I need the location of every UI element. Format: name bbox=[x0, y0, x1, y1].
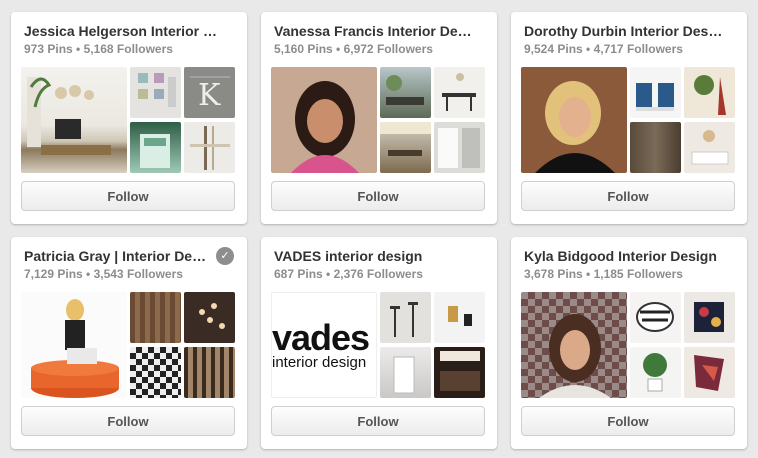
follow-button[interactable]: Follow bbox=[271, 181, 485, 211]
cover-image[interactable] bbox=[21, 67, 127, 173]
follow-button[interactable]: Follow bbox=[521, 406, 735, 436]
board-image[interactable] bbox=[380, 67, 431, 118]
board-thumbnails[interactable] bbox=[521, 67, 735, 173]
svg-text:K: K bbox=[198, 78, 221, 113]
cover-image[interactable] bbox=[521, 292, 627, 398]
board-image[interactable] bbox=[684, 67, 735, 118]
board-stats: 3,678 Pins • 1,185 Followers bbox=[524, 267, 683, 281]
board-image[interactable] bbox=[434, 67, 485, 118]
board-image[interactable] bbox=[630, 67, 681, 118]
board-stats: 5,160 Pins • 6,972 Followers bbox=[274, 42, 433, 56]
board-image[interactable] bbox=[380, 122, 431, 173]
board-image[interactable] bbox=[184, 292, 235, 343]
board-image[interactable] bbox=[184, 122, 235, 173]
board-title[interactable]: Kyla Bidgood Interior Design bbox=[524, 248, 734, 264]
cover-image[interactable] bbox=[21, 292, 127, 398]
board-image[interactable] bbox=[130, 67, 181, 118]
board-title[interactable]: Jessica Helgerson Interior … bbox=[24, 23, 234, 39]
board-image[interactable]: K bbox=[184, 67, 235, 118]
board-card[interactable]: Vanessa Francis Interior De… 5,160 Pins … bbox=[261, 12, 497, 224]
board-card[interactable]: VADES interior design 687 Pins • 2,376 F… bbox=[261, 237, 497, 449]
board-title[interactable]: Vanessa Francis Interior De… bbox=[274, 23, 484, 39]
board-image[interactable] bbox=[684, 122, 735, 173]
brand-logo: vades interior design bbox=[272, 317, 370, 371]
board-title[interactable]: Patricia Gray | Interior De… bbox=[24, 248, 212, 264]
follow-button[interactable]: Follow bbox=[21, 181, 235, 211]
board-image[interactable] bbox=[434, 347, 485, 398]
board-card[interactable]: Patricia Gray | Interior De… ✓ 7,129 Pin… bbox=[11, 237, 247, 449]
follow-button[interactable]: Follow bbox=[21, 406, 235, 436]
board-image[interactable] bbox=[130, 292, 181, 343]
board-thumbnails[interactable] bbox=[521, 292, 735, 398]
board-image[interactable] bbox=[684, 292, 735, 343]
board-image[interactable] bbox=[630, 122, 681, 173]
board-thumbnails[interactable]: K bbox=[21, 67, 235, 173]
board-card[interactable]: Jessica Helgerson Interior … 973 Pins • … bbox=[11, 12, 247, 224]
board-card[interactable]: Dorothy Durbin Interior Des… 9,524 Pins … bbox=[511, 12, 747, 224]
board-image[interactable] bbox=[630, 347, 681, 398]
board-stats: 687 Pins • 2,376 Followers bbox=[274, 267, 423, 281]
board-stats: 9,524 Pins • 4,717 Followers bbox=[524, 42, 683, 56]
board-card[interactable]: Kyla Bidgood Interior Design 3,678 Pins … bbox=[511, 237, 747, 449]
board-image[interactable] bbox=[380, 347, 431, 398]
check-circle-icon: ✓ bbox=[216, 247, 234, 265]
board-image[interactable] bbox=[630, 292, 681, 343]
board-thumbnails[interactable] bbox=[271, 67, 485, 173]
follow-button[interactable]: Follow bbox=[521, 181, 735, 211]
follow-button[interactable]: Follow bbox=[271, 406, 485, 436]
board-stats: 7,129 Pins • 3,543 Followers bbox=[24, 267, 183, 281]
board-image[interactable] bbox=[434, 122, 485, 173]
cover-image[interactable] bbox=[521, 67, 627, 173]
board-image[interactable] bbox=[380, 292, 431, 343]
board-image[interactable] bbox=[130, 347, 181, 398]
cover-image[interactable]: vades interior design bbox=[271, 292, 377, 398]
board-title[interactable]: Dorothy Durbin Interior Des… bbox=[524, 23, 734, 39]
board-thumbnails[interactable]: vades interior design bbox=[271, 292, 485, 398]
board-image[interactable] bbox=[684, 347, 735, 398]
board-image[interactable] bbox=[130, 122, 181, 173]
board-thumbnails[interactable] bbox=[21, 292, 235, 398]
board-image[interactable] bbox=[184, 347, 235, 398]
board-image[interactable] bbox=[434, 292, 485, 343]
board-stats: 973 Pins • 5,168 Followers bbox=[24, 42, 173, 56]
cover-image[interactable] bbox=[271, 67, 377, 173]
board-title[interactable]: VADES interior design bbox=[274, 248, 484, 264]
